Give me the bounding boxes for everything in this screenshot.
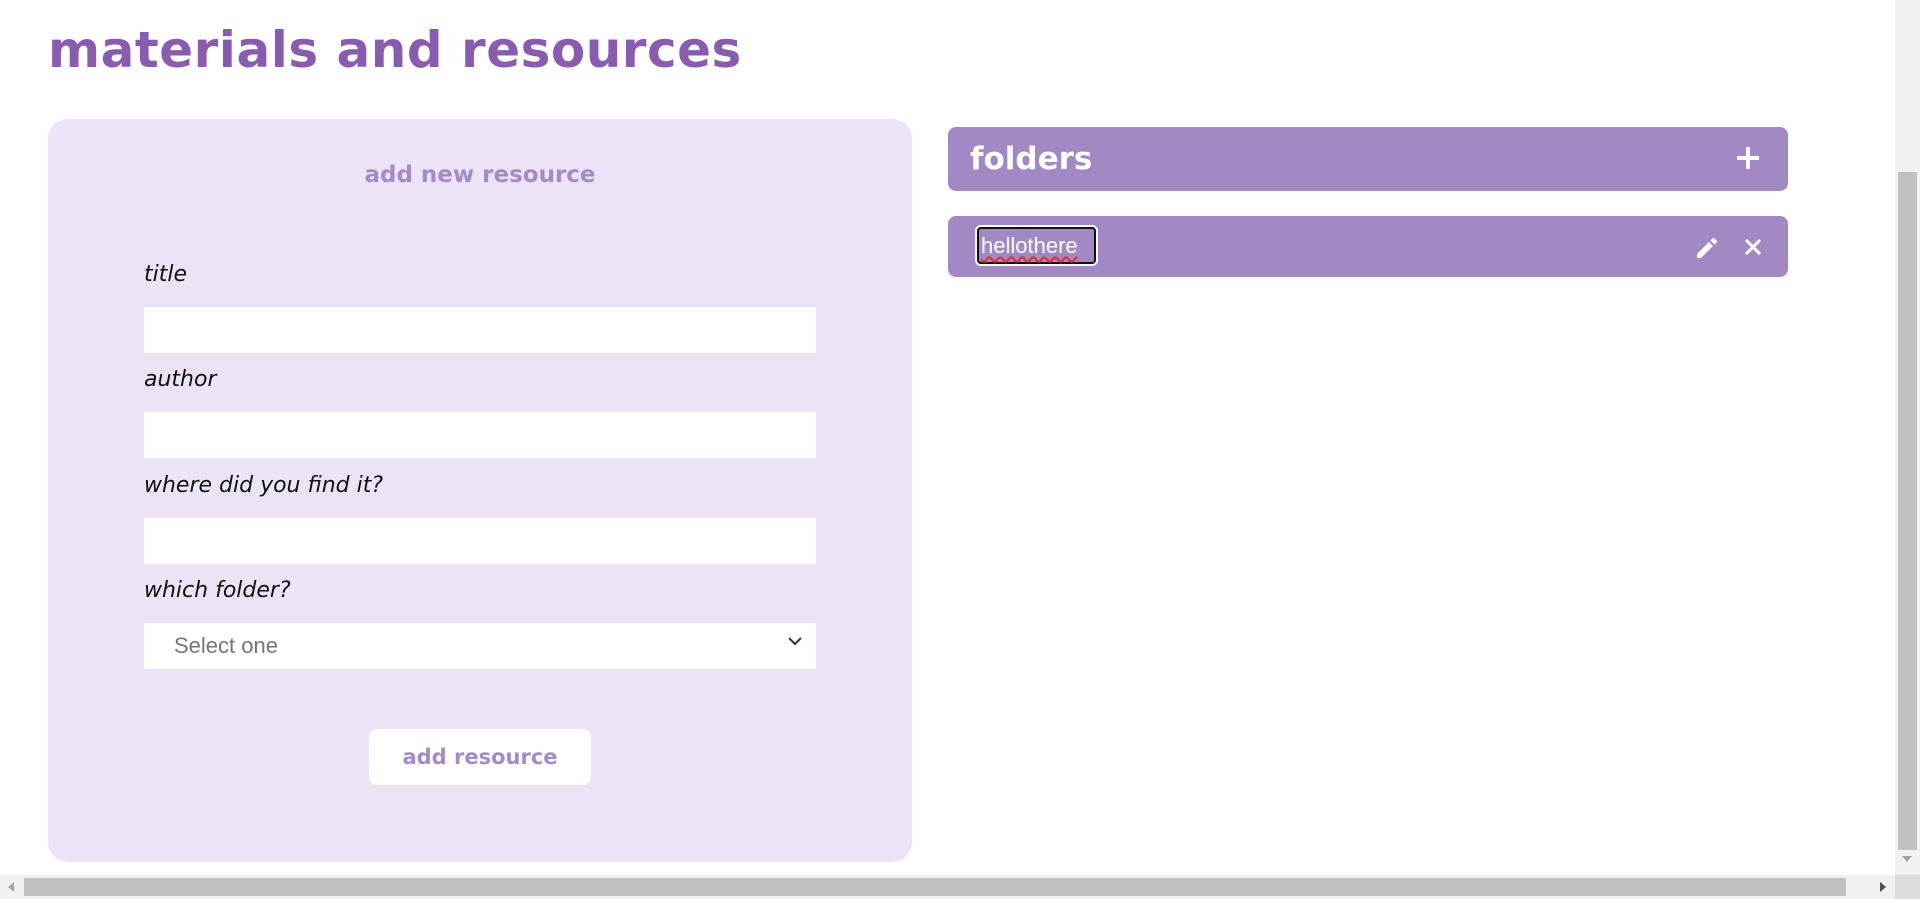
folder-name-input[interactable]: hellothere <box>977 227 1096 264</box>
folder-select[interactable]: Select one <box>144 623 816 669</box>
author-label: author <box>144 367 217 392</box>
folder-item: hellothere <box>948 216 1788 277</box>
folders-title: folders <box>970 141 1093 177</box>
folder-select-value: Select one <box>174 633 278 658</box>
scroll-left-arrow-icon[interactable] <box>8 882 14 892</box>
folder-select-label: which folder? <box>144 578 291 603</box>
vertical-scrollbar-thumb[interactable] <box>1898 172 1917 850</box>
scroll-down-arrow-icon[interactable] <box>1902 856 1912 862</box>
add-resource-heading: add new resource <box>364 162 596 188</box>
chevron-down-icon <box>788 637 802 646</box>
author-input[interactable] <box>144 412 816 458</box>
add-resource-button[interactable]: add resource <box>369 729 591 785</box>
scrollbar-corner <box>1895 875 1920 899</box>
title-input[interactable] <box>144 307 816 353</box>
close-icon[interactable] <box>1741 235 1765 259</box>
folders-header: folders <box>948 127 1788 191</box>
horizontal-scrollbar[interactable] <box>0 875 1895 899</box>
title-label: title <box>144 262 188 287</box>
scroll-right-arrow-icon[interactable] <box>1880 882 1886 892</box>
horizontal-scrollbar-thumb[interactable] <box>24 878 1846 896</box>
pencil-icon[interactable] <box>1693 234 1721 262</box>
vertical-scrollbar[interactable] <box>1895 0 1920 875</box>
plus-icon[interactable] <box>1734 144 1762 172</box>
page-title: materials and resources <box>48 21 742 79</box>
add-resource-panel: add new resource title author where did … <box>48 119 912 862</box>
source-input[interactable] <box>144 518 816 564</box>
source-label: where did you find it? <box>144 473 384 498</box>
